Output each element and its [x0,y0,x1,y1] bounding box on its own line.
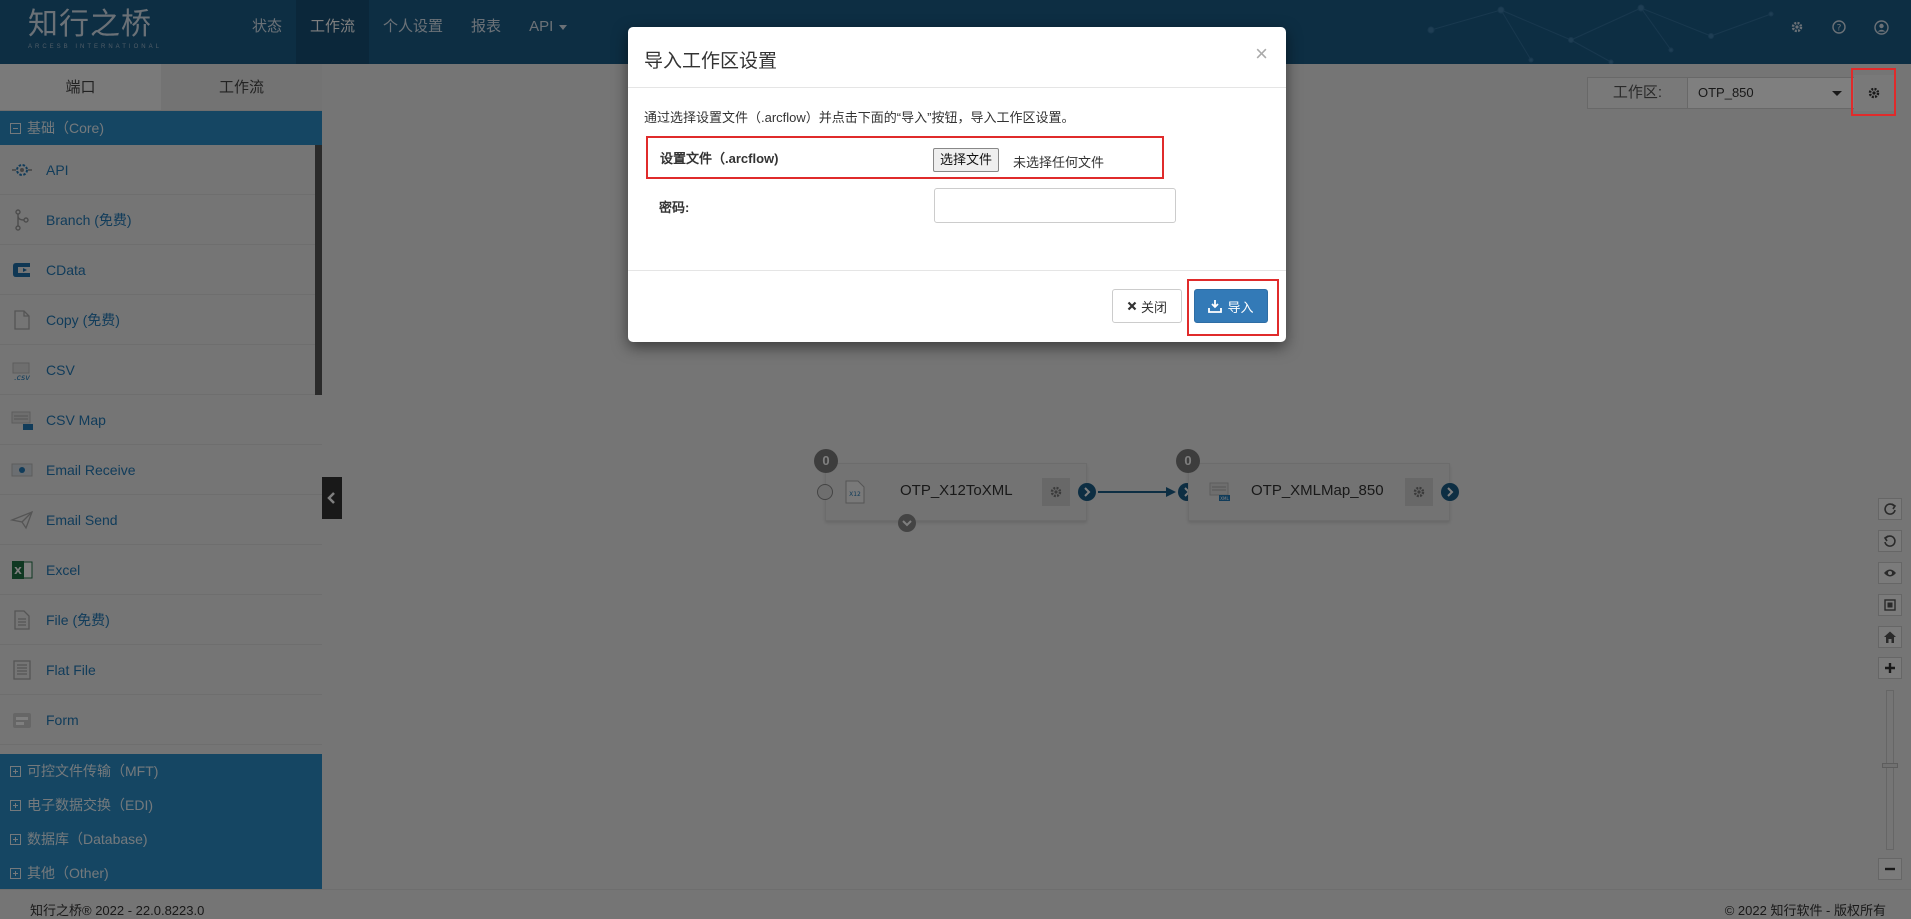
close-icon[interactable]: × [1255,41,1268,67]
password-input[interactable] [934,188,1176,223]
highlight-import-button [1187,279,1279,336]
dialog-title: 导入工作区设置 [644,51,778,72]
dialog-body: 通过选择设置文件（.arcflow）并点击下面的“导入”按钮，导入工作区设置。 … [628,88,1286,271]
close-x-icon [1127,301,1137,311]
highlight-file-row [646,136,1164,179]
highlight-settings-gear [1851,68,1896,116]
dialog-description: 通过选择设置文件（.arcflow）并点击下面的“导入”按钮，导入工作区设置。 [644,110,1075,125]
password-label: 密码: [659,200,690,215]
close-button-label: 关闭 [1140,299,1167,315]
dialog-header: 导入工作区设置 × [628,27,1286,88]
close-button[interactable]: 关闭 [1112,289,1182,323]
